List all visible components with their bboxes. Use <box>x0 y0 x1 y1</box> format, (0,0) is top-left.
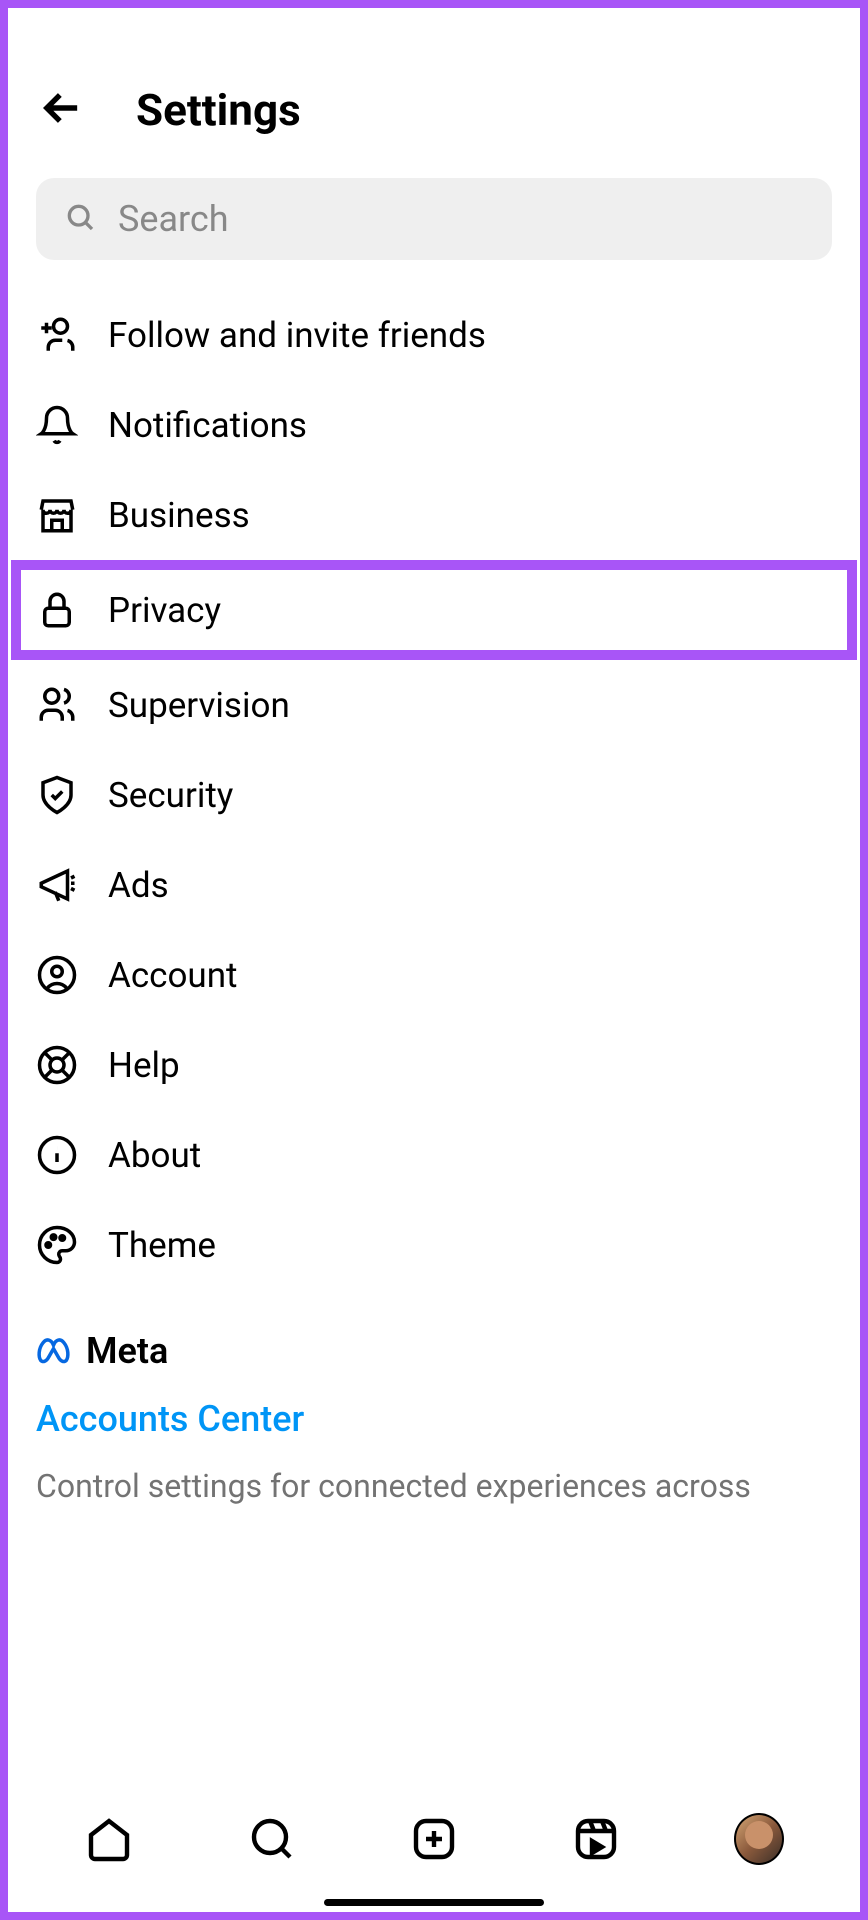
menu-label: Supervision <box>108 685 290 726</box>
meta-description: Control settings for connected experienc… <box>36 1466 832 1508</box>
lifebuoy-icon <box>36 1044 78 1086</box>
menu-label: Account <box>108 955 238 996</box>
menu-item-ads[interactable]: Ads <box>8 840 860 930</box>
menu-label: Business <box>108 495 250 536</box>
settings-menu: Follow and invite friends Notifications … <box>8 290 860 1290</box>
menu-item-business[interactable]: Business <box>8 470 860 560</box>
back-button[interactable] <box>36 82 88 138</box>
menu-item-account[interactable]: Account <box>8 930 860 1020</box>
info-icon <box>36 1134 78 1176</box>
plus-square-icon <box>410 1815 458 1863</box>
menu-item-supervision[interactable]: Supervision <box>8 660 860 750</box>
menu-label: About <box>108 1135 201 1176</box>
menu-item-security[interactable]: Security <box>8 750 860 840</box>
home-indicator <box>324 1899 544 1906</box>
menu-item-about[interactable]: About <box>8 1110 860 1200</box>
lock-icon <box>36 589 78 631</box>
menu-label: Privacy <box>108 590 221 631</box>
menu-label: Help <box>108 1045 180 1086</box>
palette-icon <box>36 1224 78 1266</box>
bell-icon <box>36 404 78 446</box>
people-icon <box>36 684 78 726</box>
page-title: Settings <box>136 84 301 136</box>
menu-item-theme[interactable]: Theme <box>8 1200 860 1290</box>
menu-item-privacy[interactable]: Privacy <box>16 565 852 655</box>
search-input[interactable] <box>118 198 804 240</box>
person-plus-icon <box>36 314 78 356</box>
accounts-center-link[interactable]: Accounts Center <box>36 1398 832 1440</box>
menu-label: Notifications <box>108 405 307 446</box>
shield-check-icon <box>36 774 78 816</box>
search-icon <box>64 201 96 237</box>
bottom-navigation <box>8 1786 860 1912</box>
user-circle-icon <box>36 954 78 996</box>
meta-icon <box>36 1337 78 1365</box>
search-icon <box>248 1815 296 1863</box>
nav-search[interactable] <box>247 1814 297 1864</box>
menu-item-follow-invite[interactable]: Follow and invite friends <box>8 290 860 380</box>
menu-item-help[interactable]: Help <box>8 1020 860 1110</box>
nav-create[interactable] <box>409 1814 459 1864</box>
megaphone-icon <box>36 864 78 906</box>
home-icon <box>85 1815 133 1863</box>
menu-item-notifications[interactable]: Notifications <box>8 380 860 470</box>
meta-logo: Meta <box>36 1330 832 1372</box>
header: Settings <box>8 8 860 178</box>
nav-profile[interactable] <box>734 1814 784 1864</box>
search-box[interactable] <box>36 178 832 260</box>
shop-icon <box>36 494 78 536</box>
reels-icon <box>572 1815 620 1863</box>
nav-home[interactable] <box>84 1814 134 1864</box>
avatar <box>734 1813 784 1865</box>
menu-label: Follow and invite friends <box>108 315 486 356</box>
meta-section: Meta Accounts Center Control settings fo… <box>8 1290 860 1508</box>
nav-reels[interactable] <box>571 1814 621 1864</box>
menu-label: Theme <box>108 1225 216 1266</box>
meta-brand: Meta <box>86 1330 168 1372</box>
menu-label: Ads <box>108 865 169 906</box>
menu-label: Security <box>108 775 233 816</box>
